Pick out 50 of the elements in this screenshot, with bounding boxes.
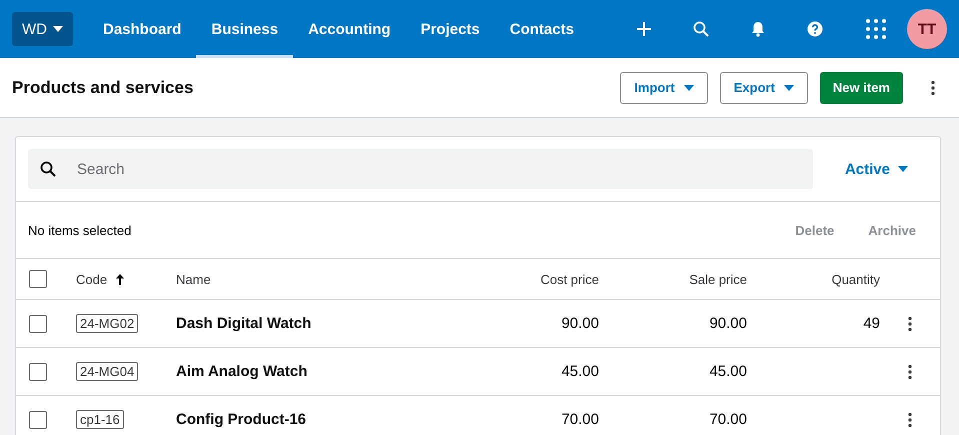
column-header[interactable]: Cost price (540, 272, 599, 286)
caret-icon (784, 84, 794, 90)
row-menu-icon[interactable] (908, 412, 912, 428)
nav-tab[interactable]: Dashboard (88, 0, 196, 58)
company-menu-button[interactable]: WD (12, 12, 73, 46)
user-avatar[interactable]: TT (907, 9, 947, 49)
column-header[interactable]: Name (176, 272, 211, 286)
column-header[interactable]: Quantity (832, 272, 880, 286)
table-cell: 90.00 (561, 315, 599, 332)
row-checkbox[interactable] (29, 314, 47, 332)
row-menu-icon[interactable] (908, 364, 912, 380)
nav-tab[interactable]: Projects (406, 0, 495, 58)
search-icon[interactable] (693, 21, 709, 37)
row-checkbox[interactable] (29, 410, 47, 428)
caret-icon (898, 166, 908, 172)
column-header[interactable]: Code (76, 272, 124, 286)
select-all-checkbox[interactable] (29, 270, 47, 288)
apps-grid-icon[interactable] (865, 18, 887, 40)
dropdown-button[interactable]: Import (620, 72, 708, 104)
table-cell: 49 (863, 315, 880, 332)
search-field[interactable]: Search (28, 149, 813, 189)
dropdown-button[interactable]: Export (720, 72, 808, 104)
plus-icon[interactable] (637, 22, 651, 36)
product-code: cp1-16 (76, 410, 124, 429)
product-name[interactable]: Dash Digital Watch (176, 315, 312, 332)
caret-icon (53, 26, 63, 32)
more-options-icon[interactable] (931, 80, 935, 96)
product-code: 24-MG04 (76, 362, 138, 381)
help-icon[interactable] (807, 21, 823, 37)
table-cell: 70.00 (709, 411, 747, 428)
table-cell: 90.00 (709, 315, 747, 332)
product-code: 24-MG02 (76, 314, 138, 333)
product-name[interactable]: Config Product-16 (176, 411, 306, 428)
caret-icon (684, 84, 694, 90)
search-icon (40, 161, 56, 177)
bell-icon[interactable] (751, 21, 765, 37)
sort-arrow-icon (116, 274, 124, 284)
table-cell: 45.00 (709, 363, 747, 380)
nav-tab[interactable]: Accounting (293, 0, 406, 58)
status-filter-dropdown[interactable]: Active (838, 160, 914, 178)
selection-status: No items selected (28, 222, 132, 238)
table-cell: 70.00 (561, 411, 599, 428)
product-name[interactable]: Aim Analog Watch (176, 363, 308, 380)
row-checkbox[interactable] (29, 362, 47, 380)
column-header[interactable]: Sale price (689, 272, 747, 286)
nav-tab[interactable]: Contacts (494, 0, 589, 58)
page-title: Products and services (12, 78, 194, 98)
row-menu-icon[interactable] (908, 316, 912, 332)
new-item-button[interactable]: New item (820, 72, 903, 104)
table-cell: 45.00 (561, 363, 599, 380)
